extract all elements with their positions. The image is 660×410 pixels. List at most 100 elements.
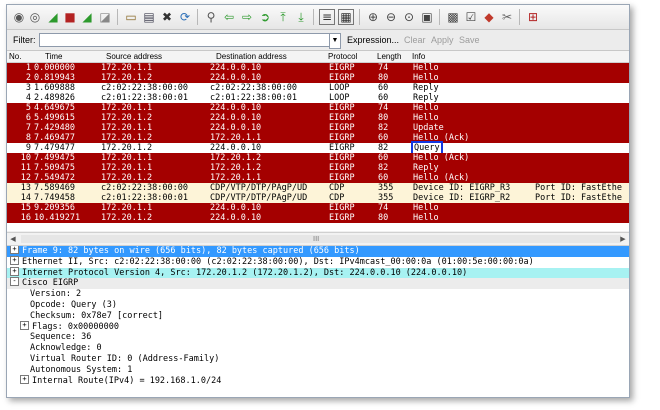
detail-line[interactable]: Checksum: 0x78e7 [correct]: [7, 311, 629, 322]
expand-icon[interactable]: +: [20, 320, 29, 330]
scrollbar-thumb[interactable]: [21, 235, 621, 243]
packet-row[interactable]: 7 7.429480 172.20.1.1 224.0.0.10 EIGRP 82 Upda…: [7, 123, 629, 133]
packet-row[interactable]: 13 7.589469 c2:02:22:38:00:00 CDP/VTP/DTP/P…: [7, 183, 629, 193]
column-header-time[interactable]: Time: [45, 52, 62, 61]
packet-row[interactable]: 5 4.649675 172.20.1.1 224.0.0.10 EIGRP 74 Hell…: [7, 103, 629, 113]
packet-row[interactable]: 10 7.499475 172.20.1.1 172.20.1.2 EIGRP 60 Hel…: [7, 153, 629, 163]
detail-line[interactable]: + Internal Route(IPv4) = 192.168.1.0/24: [7, 374, 629, 387]
display-filters-icon[interactable]: ☑: [463, 9, 479, 25]
detail-line[interactable]: + Ethernet II, Src: c2:02:22:38:00:00 (c2…: [7, 255, 629, 268]
close-file-icon[interactable]: ✖: [159, 9, 175, 25]
column-header-length[interactable]: Length: [377, 52, 401, 61]
detail-line[interactable]: Sequence: 36: [7, 332, 629, 343]
go-back-icon[interactable]: ⇦: [221, 9, 237, 25]
packet-info: Hello (Ack): [413, 133, 470, 143]
detail-line[interactable]: Version: 2: [7, 289, 629, 300]
detail-line[interactable]: - Cisco EIGRP: [7, 277, 629, 290]
reload-icon[interactable]: ⟳: [177, 9, 193, 25]
packet-info: Update: [413, 123, 444, 133]
packet-row[interactable]: 3 1.609888 c2:02:22:38:00:00 c2:02:22:38:00…: [7, 83, 629, 93]
go-first-icon[interactable]: ⤒: [275, 9, 291, 25]
packet-time: 5.499615: [34, 113, 75, 123]
expand-icon[interactable]: +: [10, 255, 19, 265]
zoom-in-icon[interactable]: ⊕: [365, 9, 381, 25]
column-header-destination[interactable]: Destination address: [216, 52, 287, 61]
zoom-normal-icon[interactable]: ⊙: [401, 9, 417, 25]
packet-length: 60: [378, 153, 389, 163]
detail-line[interactable]: + Frame 9: 82 bytes on wire (656 bits), 8…: [7, 246, 629, 257]
packet-destination: 224.0.0.10: [210, 203, 262, 213]
capture-settings-icon[interactable]: ◪: [97, 9, 113, 25]
packet-row[interactable]: 16 10.419271 172.20.1.2 224.0.0.10 EIGRP 80 He…: [7, 213, 629, 223]
detail-line[interactable]: Autonomous System: 1: [7, 365, 629, 376]
resize-columns-icon[interactable]: ▣: [419, 9, 435, 25]
clear-button[interactable]: Clear: [404, 35, 426, 45]
column-header-info[interactable]: Info: [412, 52, 425, 61]
packet-info: Hello (Ack): [413, 153, 470, 163]
packet-row[interactable]: 12 7.549472 172.20.1.2 172.20.1.1 EIGRP 60 Hel…: [7, 173, 629, 183]
column-header-source[interactable]: Source address: [106, 52, 162, 61]
packet-length: 60: [378, 93, 389, 103]
restart-capture-icon[interactable]: ◢: [79, 9, 95, 25]
collapse-icon[interactable]: -: [10, 277, 19, 287]
zoom-out-icon[interactable]: ⊖: [383, 9, 399, 25]
autoscroll-icon[interactable]: ▦: [338, 9, 354, 25]
detail-line[interactable]: Virtual Router ID: 0 (Address-Family): [7, 354, 629, 365]
expand-icon[interactable]: +: [20, 374, 29, 384]
start-capture-icon[interactable]: ◢: [45, 9, 61, 25]
packet-row[interactable]: 6 5.499615 172.20.1.2 224.0.0.10 EIGRP 80 Hell…: [7, 113, 629, 123]
packet-row[interactable]: 9 7.479477 172.20.1.2 224.0.0.10 EIGRP 82 Quer…: [7, 141, 629, 155]
packet-list-scrollbar[interactable]: ◀ III ▶: [7, 232, 629, 246]
save-button[interactable]: Save: [459, 35, 480, 45]
packet-destination: c2:02:22:38:00:00: [210, 83, 297, 93]
packet-time: 1.609888: [34, 83, 75, 93]
packet-row[interactable]: 11 7.509475 172.20.1.1 172.20.1.2 EIGRP 82 Rep…: [7, 163, 629, 173]
packet-row[interactable]: 1 0.000000 172.20.1.1 224.0.0.10 EIGRP 74 Hell…: [7, 63, 629, 73]
packet-length: 82: [378, 123, 389, 133]
expand-icon[interactable]: +: [10, 266, 19, 276]
detail-line[interactable]: + Internet Protocol Version 4, Src: 172.2…: [7, 266, 629, 279]
packet-no: 16: [20, 213, 31, 223]
column-header-protocol[interactable]: Protocol: [328, 52, 357, 61]
list-interfaces-icon[interactable]: ◉: [11, 9, 27, 25]
detail-line[interactable]: Opcode: Query (3): [7, 300, 629, 311]
detail-text: Virtual Router ID: 0 (Address-Family): [30, 353, 220, 364]
chevron-down-icon: ▼: [331, 37, 339, 44]
filter-input[interactable]: [39, 33, 330, 47]
packet-length: 60: [378, 83, 389, 93]
packet-row[interactable]: 8 7.469477 172.20.1.2 172.20.1.1 EIGRP 60 Hell…: [7, 133, 629, 143]
apply-button[interactable]: Apply: [431, 35, 454, 45]
save-file-icon[interactable]: ▤: [141, 9, 157, 25]
open-file-icon[interactable]: ▭: [123, 9, 139, 25]
packet-row[interactable]: 14 7.749458 c2:01:22:38:00:01 CDP/VTP/DTP/P…: [7, 193, 629, 203]
stop-capture-icon[interactable]: ■: [62, 9, 78, 25]
coloring-rules-icon[interactable]: ◆: [481, 9, 497, 25]
go-forward-icon[interactable]: ⇨: [239, 9, 255, 25]
expression-button[interactable]: Expression...: [347, 35, 399, 45]
packet-info: Hello: [413, 213, 439, 223]
scroll-right-icon[interactable]: ▶: [617, 233, 629, 245]
packet-row[interactable]: 2 0.819943 172.20.1.2 224.0.0.10 EIGRP 80 Hell…: [7, 73, 629, 83]
detail-line[interactable]: + Flags: 0x00000000: [7, 320, 629, 333]
packet-row[interactable]: 15 9.209356 172.20.1.1 224.0.0.10 EIGRP 74 Hel…: [7, 203, 629, 213]
find-packet-icon[interactable]: ⚲: [203, 9, 219, 25]
capture-filters-icon[interactable]: ▩: [445, 9, 461, 25]
go-last-icon[interactable]: ⤓: [293, 9, 309, 25]
packet-row[interactable]: 4 2.489826 c2:01:22:38:00:01 c2:01:22:38:00…: [7, 93, 629, 103]
detail-line[interactable]: Acknowledge: 0: [7, 343, 629, 354]
colorize-icon[interactable]: ≡: [319, 9, 335, 25]
filter-dropdown-button[interactable]: ▼: [329, 33, 341, 49]
packet-no: 8: [25, 133, 31, 143]
go-to-packet-icon[interactable]: ➲: [257, 9, 273, 25]
column-header-no[interactable]: No.: [9, 52, 21, 61]
expand-icon[interactable]: +: [10, 246, 19, 254]
help-icon[interactable]: ⊞: [525, 9, 541, 25]
packet-time: 9.209356: [34, 203, 75, 213]
preferences-icon[interactable]: ✂: [499, 9, 515, 25]
packet-source: 172.20.1.2: [101, 213, 153, 223]
scroll-left-icon[interactable]: ◀: [7, 233, 19, 245]
packet-no: 13: [20, 183, 31, 193]
capture-options-icon[interactable]: ◎: [27, 9, 43, 25]
packet-no: 7: [25, 123, 31, 133]
packet-time: 10.419271: [34, 213, 81, 223]
